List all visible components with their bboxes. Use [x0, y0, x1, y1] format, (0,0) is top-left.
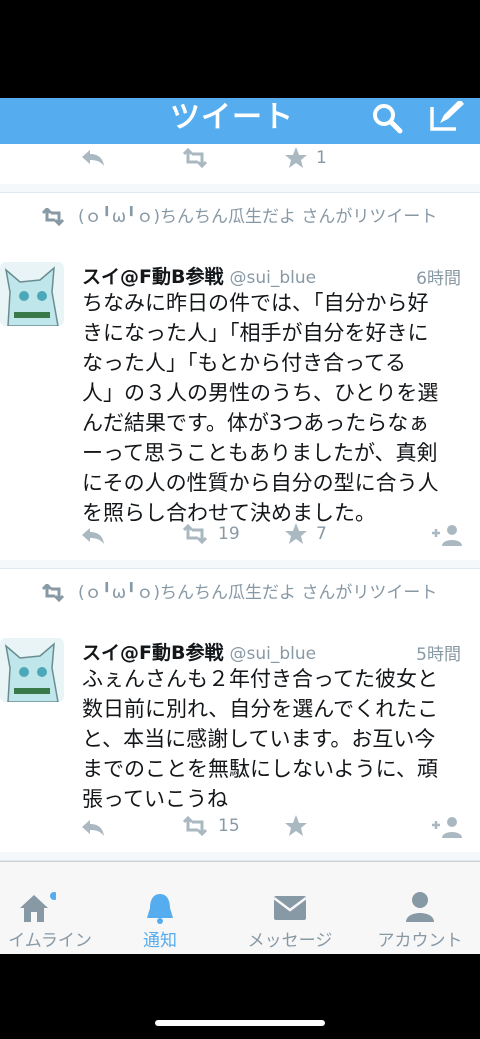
reply-icon[interactable] [80, 148, 106, 168]
tweet-line: ーって思うこともありましたが、真剣 [82, 441, 438, 465]
tweet-header: スイ@F動B参戦 @sui_blue 6時間 [82, 262, 467, 289]
tweet-line: ちなみに昨日の件では、「自分から好 [82, 291, 429, 315]
favorite-button[interactable]: 1 [284, 146, 327, 170]
timestamp: 6時間 [416, 269, 461, 289]
home-indicator[interactable] [155, 1020, 325, 1026]
tweet-line: んだ結果です。体が3つあったらなぁ [82, 411, 430, 435]
favorite-count: 7 [316, 524, 327, 544]
tweet-line: 数日前に別れ、自分を選んでくれたこ [82, 697, 439, 721]
user-handle: @sui_blue [229, 268, 317, 288]
search-icon[interactable] [370, 102, 404, 140]
compose-icon[interactable] [428, 99, 468, 139]
tweet-actions: 1 [0, 146, 480, 174]
tweet-line: なった人」「もとから付き合ってる [82, 351, 407, 375]
follow-icon[interactable] [430, 816, 464, 838]
retweet-count: 19 [218, 524, 240, 544]
tab-label: 通知 [143, 931, 177, 951]
tab-label: アカウント [377, 931, 463, 951]
retweet-button[interactable]: 15 [180, 816, 240, 836]
retweet-icon[interactable] [180, 148, 210, 168]
display-name[interactable]: スイ@F動B参戦 [82, 642, 223, 664]
top-nav-bar: ツイート [0, 98, 480, 144]
retweet-icon [182, 524, 208, 544]
tweet-header: スイ@F動B参戦 @sui_blue 5時間 [82, 638, 467, 665]
tab-label: メッセージ [247, 931, 333, 951]
reply-icon[interactable] [80, 526, 106, 546]
user-handle: @sui_blue [229, 644, 317, 664]
tweet-text: ちなみに昨日の件では、「自分から好 きになった人」「相手が自分を好きに なった人… [82, 288, 470, 528]
tweet-actions: 15 [0, 814, 480, 842]
avatar[interactable] [0, 638, 64, 702]
display-name[interactable]: スイ@F動B参戦 [82, 266, 223, 288]
screen: ツイート 1 (ｏ╹ω╹ｏ)ちんちん瓜生だよ さんがリツイート スイ@F動B参戦… [0, 98, 480, 951]
tab-account[interactable]: アカウント [360, 862, 480, 954]
divider [0, 568, 480, 569]
tweet-text: ふぇんさんも２年付き合ってた彼女と 数日前に別れ、自分を選んでくれたこ と、本当… [82, 664, 470, 814]
retweeted-by-text: (ｏ╹ω╹ｏ)ちんちん瓜生だよ さんがリツイート [78, 207, 438, 227]
tweet-line: 張っていこうね [82, 787, 228, 811]
envelope-icon [272, 892, 308, 926]
tab-messages[interactable]: メッセージ [220, 862, 360, 954]
retweet-count: 15 [218, 816, 240, 836]
separator [0, 852, 480, 860]
tweet-actions: 19 7 [0, 522, 480, 550]
tweet-line: 人」の３人の男性のうち、ひとりを選 [82, 381, 439, 405]
tweet-line: ふぇんさんも２年付き合ってた彼女と [82, 667, 438, 691]
tweet-line: までのことを無駄にしないように、頑 [82, 757, 438, 781]
separator [0, 184, 480, 192]
retweet-icon [40, 206, 66, 232]
person-icon [404, 890, 436, 928]
star-icon [285, 815, 307, 836]
tab-label: イムライン [8, 931, 92, 951]
tab-bar: イムライン 通知 メッセージ アカウント [0, 861, 480, 954]
favorite-button[interactable] [284, 814, 316, 838]
timestamp: 5時間 [416, 645, 461, 665]
star-icon [285, 523, 307, 544]
favorite-button[interactable]: 7 [284, 522, 327, 546]
separator [0, 560, 480, 568]
avatar[interactable] [0, 262, 64, 326]
follow-icon[interactable] [430, 524, 464, 546]
retweet-icon [182, 816, 208, 836]
divider [0, 192, 480, 193]
tweet-line: にその人の性質から自分の型に合う人 [82, 471, 439, 495]
home-icon [16, 892, 58, 928]
tab-notifications[interactable]: 通知 [100, 862, 220, 954]
favorite-count: 1 [316, 148, 327, 168]
tweet-line: と、本当に感謝しています。お互い今 [82, 727, 436, 751]
tab-timeline[interactable]: イムライン [0, 862, 100, 954]
retweeted-by-text: (ｏ╹ω╹ｏ)ちんちん瓜生だよ さんがリツイート [78, 583, 438, 603]
star-icon [285, 147, 307, 168]
bell-icon [144, 892, 176, 928]
tweet-line: きになった人」「相手が自分を好きに [82, 321, 429, 345]
retweet-icon [40, 582, 66, 608]
retweet-button[interactable]: 19 [180, 524, 240, 544]
page-title: ツイート [170, 100, 294, 135]
reply-icon[interactable] [80, 818, 106, 838]
